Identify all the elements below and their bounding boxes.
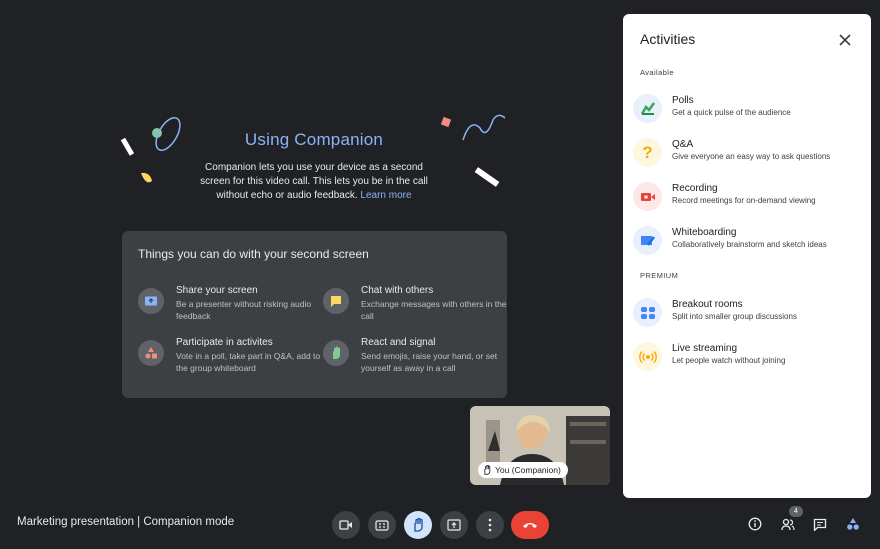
camera-button[interactable] <box>332 511 360 539</box>
info-icon <box>748 517 762 531</box>
close-icon <box>839 34 851 46</box>
activity-whiteboarding[interactable]: Whiteboarding Collaboratively brainstorm… <box>633 225 863 259</box>
activities-icon <box>847 518 859 530</box>
captions-button[interactable] <box>368 511 396 539</box>
learn-more-link[interactable]: Learn more <box>360 190 411 201</box>
activity-desc: Get a quick pulse of the audience <box>672 108 791 117</box>
raise-hand-icon <box>323 340 349 366</box>
present-screen-icon <box>138 288 164 314</box>
activities-panel: Activities Available Polls Get a quick p… <box>623 14 871 498</box>
present-button[interactable] <box>440 511 468 539</box>
poll-icon <box>633 94 662 123</box>
activity-live-streaming[interactable]: Live streaming Let people watch without … <box>633 341 863 375</box>
feature-title: Participate in activites <box>176 337 273 348</box>
raise-hand-small-icon <box>484 465 491 475</box>
activity-title: Live streaming <box>672 343 738 354</box>
shapes-icon <box>138 340 164 366</box>
activity-desc: Let people watch without joining <box>672 356 786 365</box>
activity-title: Polls <box>672 95 694 106</box>
feature-title: React and signal <box>361 337 436 348</box>
activity-title: Recording <box>672 183 718 194</box>
raise-hand-button[interactable] <box>404 511 432 539</box>
activity-desc: Split into smaller group discussions <box>672 312 797 321</box>
companion-title: Using Companion <box>244 130 384 149</box>
raise-hand-icon <box>414 518 423 532</box>
premium-section-label: PREMIUM <box>640 271 679 280</box>
close-panel-button[interactable] <box>835 30 855 50</box>
activity-recording[interactable]: Recording Record meetings for on-demand … <box>633 181 863 215</box>
meeting-title: Marketing presentation | Companion mode <box>17 516 235 528</box>
companion-description: Companion lets you use your device as a … <box>190 161 438 203</box>
live-stream-icon <box>633 342 662 371</box>
chat-button[interactable] <box>808 512 832 536</box>
more-options-button[interactable] <box>476 511 504 539</box>
self-view-name: You (Companion) <box>495 465 561 475</box>
feature-title: Chat with others <box>361 285 434 296</box>
activity-title: Q&A <box>672 139 694 150</box>
whiteboard-icon <box>633 226 662 255</box>
feature-title: Share your screen <box>176 285 258 296</box>
chat-icon <box>323 288 349 314</box>
activity-desc: Record meetings for on-demand viewing <box>672 196 816 205</box>
participant-count-badge: 4 <box>789 506 803 517</box>
feature-desc: Be a presenter without risking audio fee… <box>176 299 312 321</box>
question-icon: ? <box>633 138 662 167</box>
activities-button[interactable] <box>841 512 865 536</box>
panel-title: Activities <box>640 31 696 47</box>
captions-icon <box>375 519 389 531</box>
second-screen-card: Things you can do with your second scree… <box>122 231 507 398</box>
activity-qa[interactable]: ? Q&A Give everyone an easy way to ask q… <box>633 137 863 171</box>
more-vert-icon <box>488 518 492 532</box>
activity-breakout-rooms[interactable]: Breakout rooms Split into smaller group … <box>633 297 863 331</box>
present-icon <box>447 519 461 531</box>
activity-title: Breakout rooms <box>672 299 743 310</box>
activity-polls[interactable]: Polls Get a quick pulse of the audience <box>633 93 863 127</box>
feature-desc: Send emojis, raise your hand, or set you… <box>361 351 498 373</box>
meeting-details-button[interactable] <box>743 512 767 536</box>
end-call-icon <box>523 523 537 528</box>
camera-icon <box>339 520 352 530</box>
activity-desc: Collaboratively brainstorm and sketch id… <box>672 240 827 249</box>
available-section-label: Available <box>640 68 674 77</box>
feature-desc: Vote in a poll, take part in Q&A, add to… <box>176 351 321 373</box>
breakout-rooms-icon <box>633 298 662 327</box>
feature-desc: Exchange messages with others in the cal… <box>361 299 507 321</box>
second-screen-title: Things you can do with your second scree… <box>138 247 369 261</box>
meet-companion-screen: Using Companion Companion lets you use y… <box>0 0 880 549</box>
recording-icon <box>633 182 662 211</box>
self-view-tile[interactable]: You (Companion) <box>470 406 610 485</box>
chat-icon <box>813 518 827 531</box>
activity-desc: Give everyone an easy way to ask questio… <box>672 152 831 161</box>
self-view-label: You (Companion) <box>478 462 568 478</box>
people-icon <box>781 518 795 530</box>
leave-call-button[interactable] <box>511 511 549 539</box>
activity-title: Whiteboarding <box>672 227 737 238</box>
